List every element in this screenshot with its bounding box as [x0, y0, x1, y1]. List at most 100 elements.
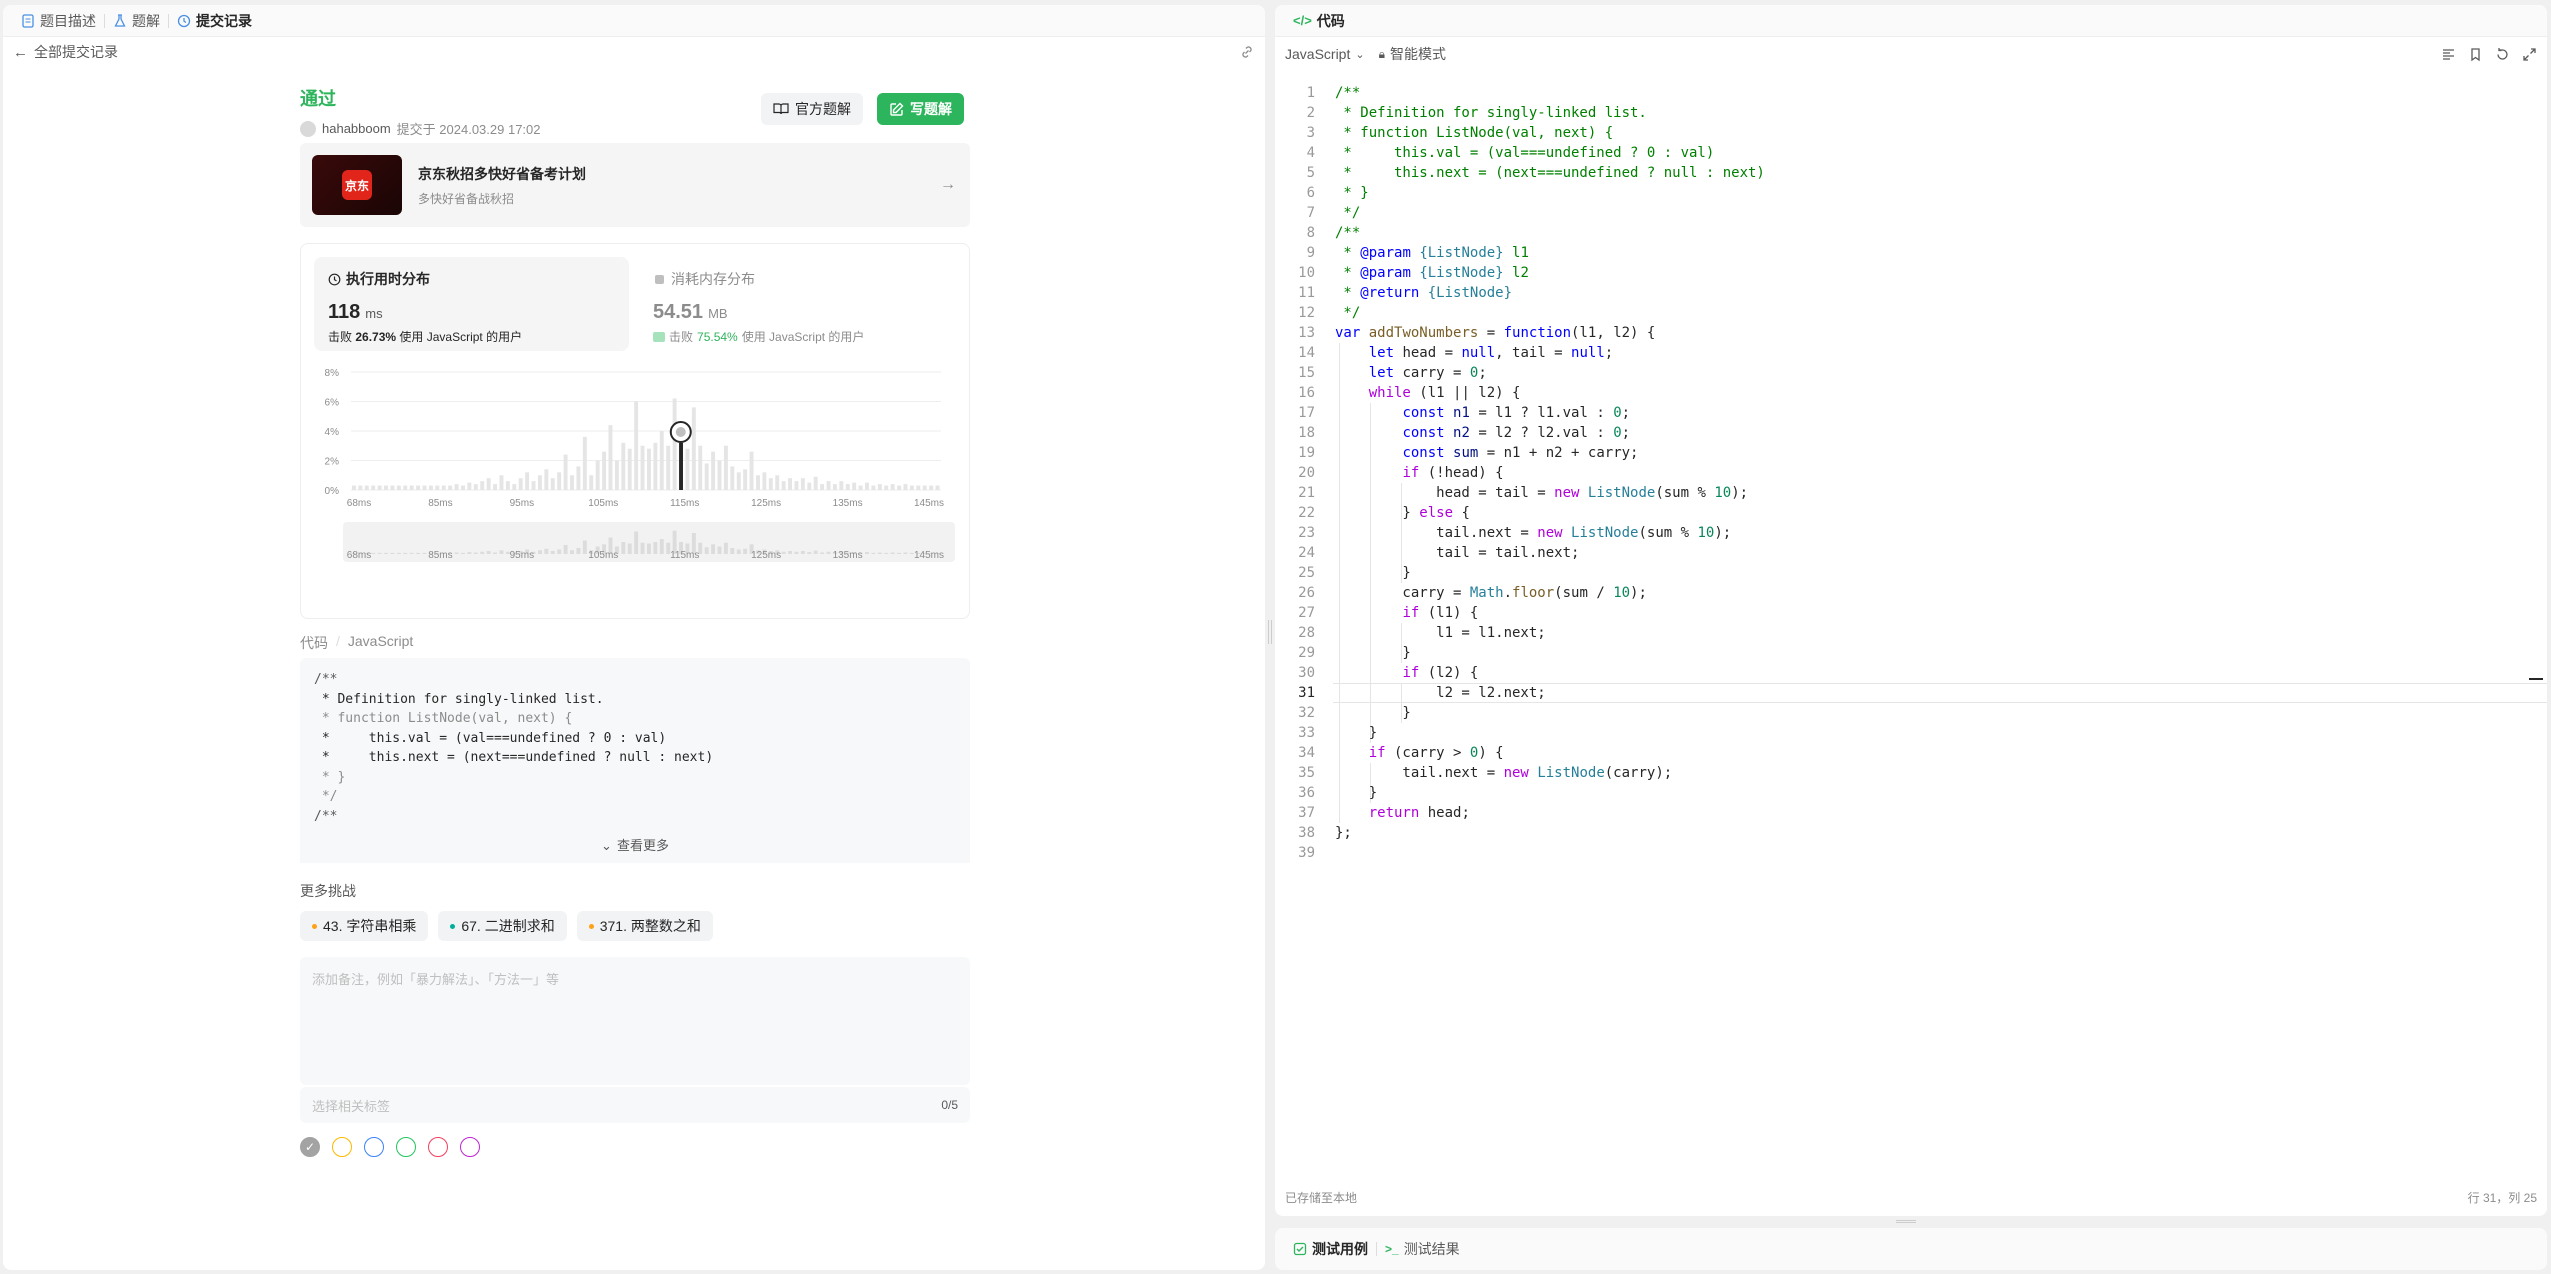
bookmark-icon[interactable]: [2468, 47, 2483, 62]
color-swatch[interactable]: [396, 1137, 416, 1157]
bar: [505, 481, 510, 490]
bar: [518, 478, 523, 490]
arrow-left-icon: ←: [13, 43, 28, 61]
color-swatch[interactable]: [332, 1137, 352, 1157]
edit-icon: [890, 102, 904, 116]
vertical-resize-handle[interactable]: [1896, 1220, 1916, 1223]
code-section-lang: JavaScript: [347, 633, 414, 649]
bar: [441, 485, 446, 490]
overview-bar: [704, 547, 709, 554]
tab-testcase[interactable]: 测试用例: [1285, 1228, 1376, 1270]
line-number: 39: [1298, 845, 1315, 861]
expand-icon[interactable]: [2522, 47, 2537, 62]
overview-bar: [820, 552, 825, 554]
overview-bar: [537, 550, 542, 554]
link-icon[interactable]: [1239, 44, 1255, 60]
language-select[interactable]: JavaScript ⌄: [1285, 46, 1365, 62]
runtime-card[interactable]: 执行用时分布 118 ms 击败 26.73% 使用 JavaScript 的用…: [314, 257, 629, 351]
overview-bar: [634, 531, 639, 554]
bar: [396, 485, 401, 490]
line-number: 7: [1306, 205, 1315, 221]
write-solution-button[interactable]: 写题解: [877, 93, 964, 125]
code-line: l1 = l1.next;: [1335, 625, 1546, 641]
code-preview-line: * this.val = (val===undefined ? 0 : val): [314, 730, 667, 746]
bar: [890, 484, 895, 490]
bar: [544, 469, 549, 490]
challenge-label: 371. 两整数之和: [599, 918, 701, 934]
bar: [704, 463, 709, 490]
bar: [788, 478, 792, 490]
more-challenges-title: 更多挑战: [300, 883, 356, 899]
overview-bar: [877, 552, 882, 554]
overview-bar: [813, 550, 818, 554]
code-line: }: [1335, 645, 1411, 661]
overview-bar: [576, 548, 581, 554]
format-icon[interactable]: [2441, 47, 2456, 62]
status-label: 通过: [300, 89, 336, 109]
submission-subbar: ← 全部提交记录: [3, 37, 1265, 67]
reset-icon[interactable]: [2495, 47, 2510, 62]
official-solution-button[interactable]: 官方题解: [761, 93, 863, 125]
color-swatch[interactable]: [428, 1137, 448, 1157]
line-number: 34: [1298, 745, 1315, 761]
memory-card[interactable]: 消耗内存分布 54.51 MB 击败 75.54% 使用 JavaScript …: [639, 257, 954, 351]
code-preview-lines: /** * Definition for singly-linked list.…: [314, 670, 956, 826]
overview-tick-label: 85ms: [428, 550, 452, 561]
line-number: 31: [1298, 685, 1315, 701]
avatar[interactable]: [300, 120, 316, 137]
scrollbar-marker[interactable]: [2529, 678, 2543, 680]
overview-bar: [871, 552, 876, 554]
smart-mode-toggle[interactable]: 🔒︎ 智能模式: [1379, 44, 1446, 64]
bar: [717, 460, 722, 490]
jd-logo: 京东: [312, 155, 402, 215]
y-tick-label: 4%: [325, 427, 340, 438]
overview-bar: [884, 552, 889, 554]
overview-bar: [788, 551, 792, 554]
author-name[interactable]: hahabboom: [322, 121, 391, 136]
code-line: * function ListNode(val, next) {: [1335, 125, 1614, 141]
bar: [871, 485, 876, 490]
x-tick-label: 125ms: [751, 498, 781, 509]
bar: [602, 451, 607, 490]
tab-description[interactable]: 题目描述: [13, 5, 104, 37]
challenge-chip[interactable]: 43. 字符串相乘: [300, 911, 429, 941]
color-swatch-selected[interactable]: ✓: [300, 1137, 320, 1157]
challenge-chip[interactable]: 67. 二进制求和: [438, 911, 567, 941]
tab-solutions[interactable]: 题解: [105, 5, 168, 37]
tab-code[interactable]: </> 代码: [1285, 5, 1353, 37]
bar: [384, 485, 388, 490]
line-number: 8: [1306, 225, 1315, 241]
bar: [845, 484, 850, 490]
tab-submissions[interactable]: 提交记录: [169, 5, 260, 37]
runtime-distribution-chart[interactable]: 8% 6% 4% 2% 0% 68ms 85ms 95ms 105ms 115ms 125ms 135…: [301, 364, 971, 614]
runtime-value: 118: [328, 301, 361, 323]
bar: [685, 448, 690, 490]
code-line: const n2 = l2 ? l2.val : 0;: [1402, 425, 1631, 441]
color-swatch[interactable]: [460, 1137, 480, 1157]
view-more-button[interactable]: ⌄ 查看更多: [300, 829, 970, 863]
y-tick-label: 0%: [325, 486, 340, 497]
bar: [749, 451, 754, 490]
avatar-dot: [675, 427, 686, 437]
overview-bar: [723, 542, 728, 554]
challenge-chip[interactable]: 371. 两整数之和: [576, 911, 713, 941]
tags-select[interactable]: 选择相关标签 0/5: [300, 1087, 970, 1123]
bar: [473, 484, 478, 490]
code-line: }: [1335, 725, 1378, 741]
tab-test-result[interactable]: >_ 测试结果: [1377, 1228, 1468, 1270]
promo-banner[interactable]: 京东 京东秋招多快好省备考计划 多快好省备战秋招 →: [300, 143, 970, 227]
line-number: 38: [1298, 825, 1315, 841]
bar: [672, 398, 677, 490]
overview-bar: [743, 548, 748, 554]
memory-unit: MB: [708, 306, 728, 321]
back-link[interactable]: ← 全部提交记录: [13, 42, 118, 62]
overview-bar: [467, 552, 472, 554]
color-swatch[interactable]: [364, 1137, 384, 1157]
notes-input[interactable]: 添加备注，例如「暴力解法」、「方法一」等: [300, 957, 970, 1085]
tab-label: 题目描述: [40, 12, 96, 29]
bar: [903, 484, 908, 490]
notes-placeholder: 添加备注，例如「暴力解法」、「方法一」等: [312, 972, 560, 987]
bar: [909, 485, 914, 490]
panel-resize-handle[interactable]: [1268, 620, 1272, 644]
tab-label: 测试用例: [1312, 1241, 1368, 1257]
